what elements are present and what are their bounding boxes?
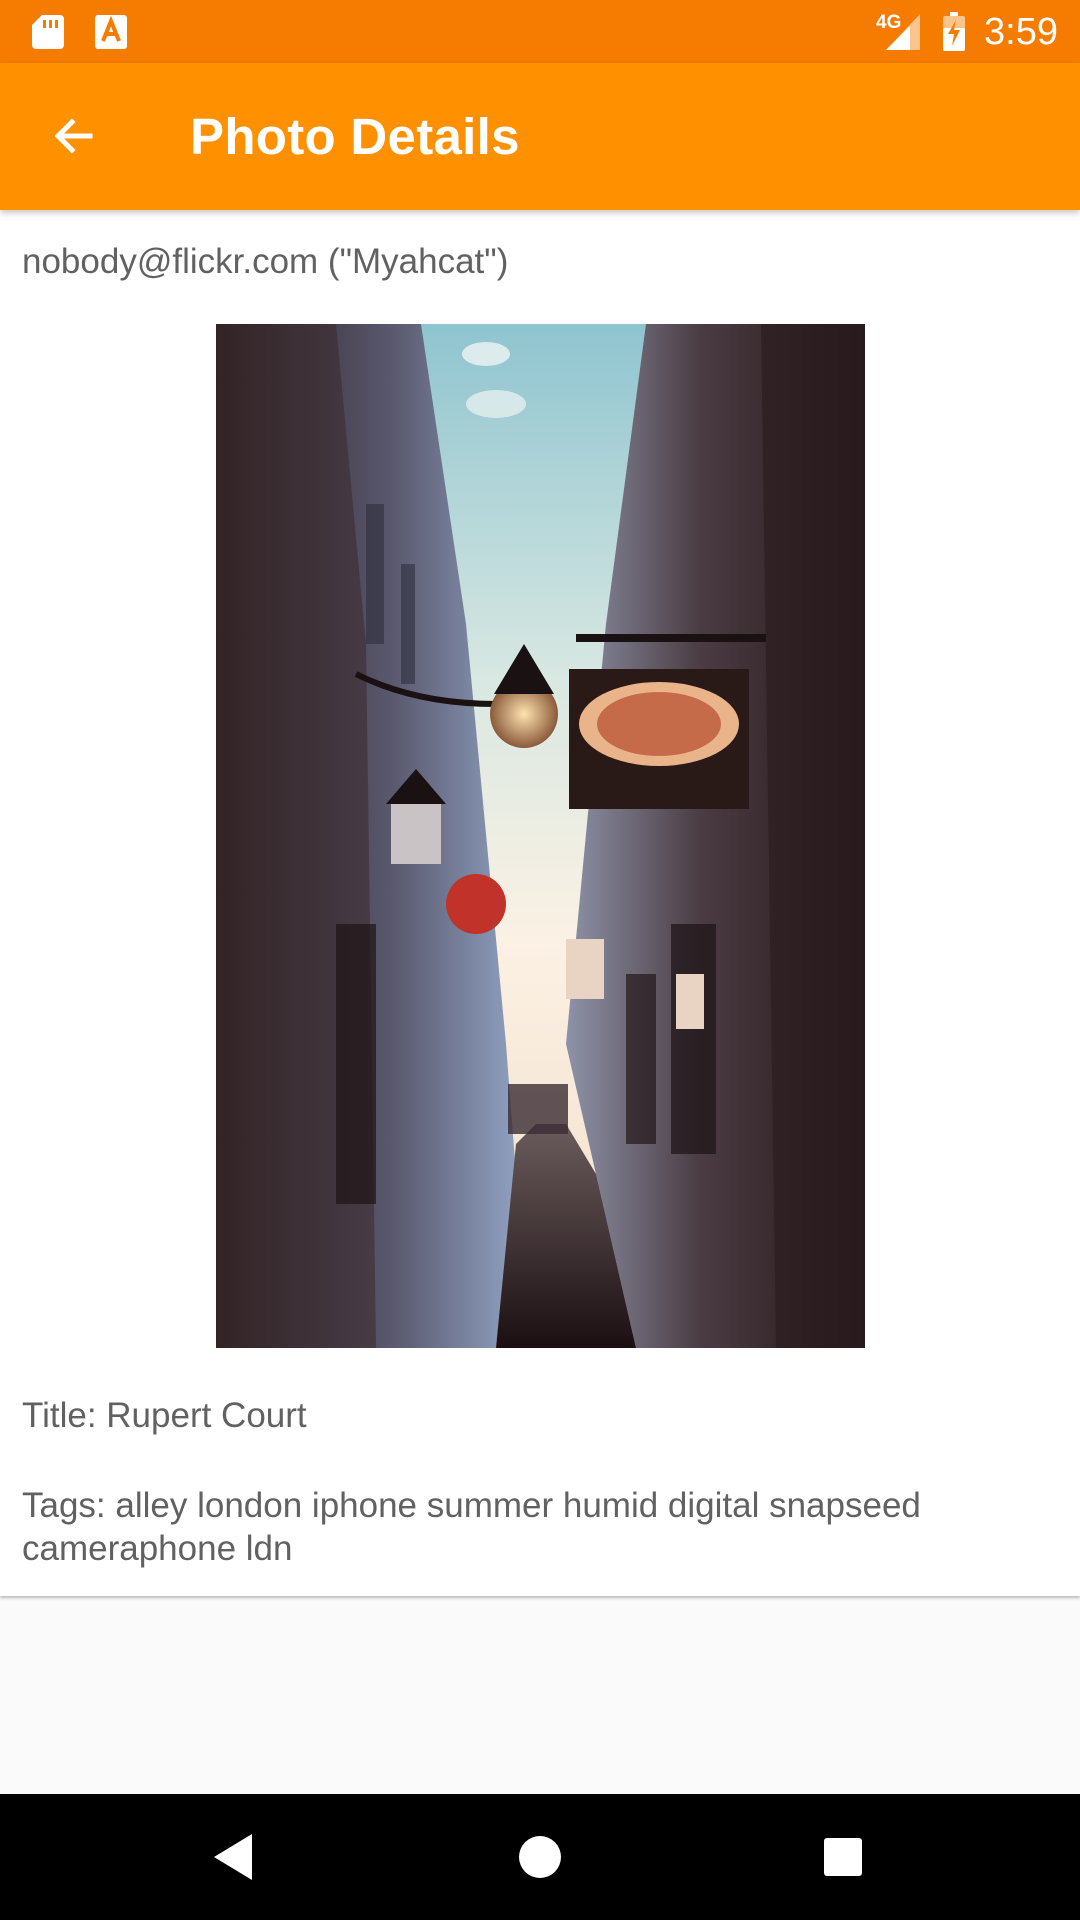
photo-image[interactable] [216, 324, 865, 1348]
back-button[interactable] [36, 98, 112, 174]
photo-owner: nobody@flickr.com ("Myahcat") [22, 242, 509, 281]
back-triangle-icon[interactable] [200, 1824, 266, 1890]
page-title: Photo Details [190, 108, 520, 165]
text-a-icon [95, 15, 127, 49]
status-bar: 4G 3:59 [0, 0, 1080, 63]
app-bar: Photo Details [0, 63, 1080, 210]
photo-details-card: nobody@flickr.com ("Myahcat") Title: Rup… [0, 210, 1080, 1596]
arrow-back-icon [54, 118, 93, 154]
photo-tags: Tags: alley london iphone summer humid d… [22, 1486, 921, 1568]
status-clock: 3:59 [984, 11, 1058, 53]
home-circle-icon[interactable] [507, 1824, 573, 1890]
navigation-bar [0, 1794, 1080, 1920]
photo-title: Title: Rupert Court [22, 1396, 307, 1435]
battery-charging-icon [943, 12, 965, 51]
sd-card-icon [32, 15, 64, 49]
signal-icon [886, 14, 920, 50]
recents-square-icon[interactable] [810, 1824, 876, 1890]
